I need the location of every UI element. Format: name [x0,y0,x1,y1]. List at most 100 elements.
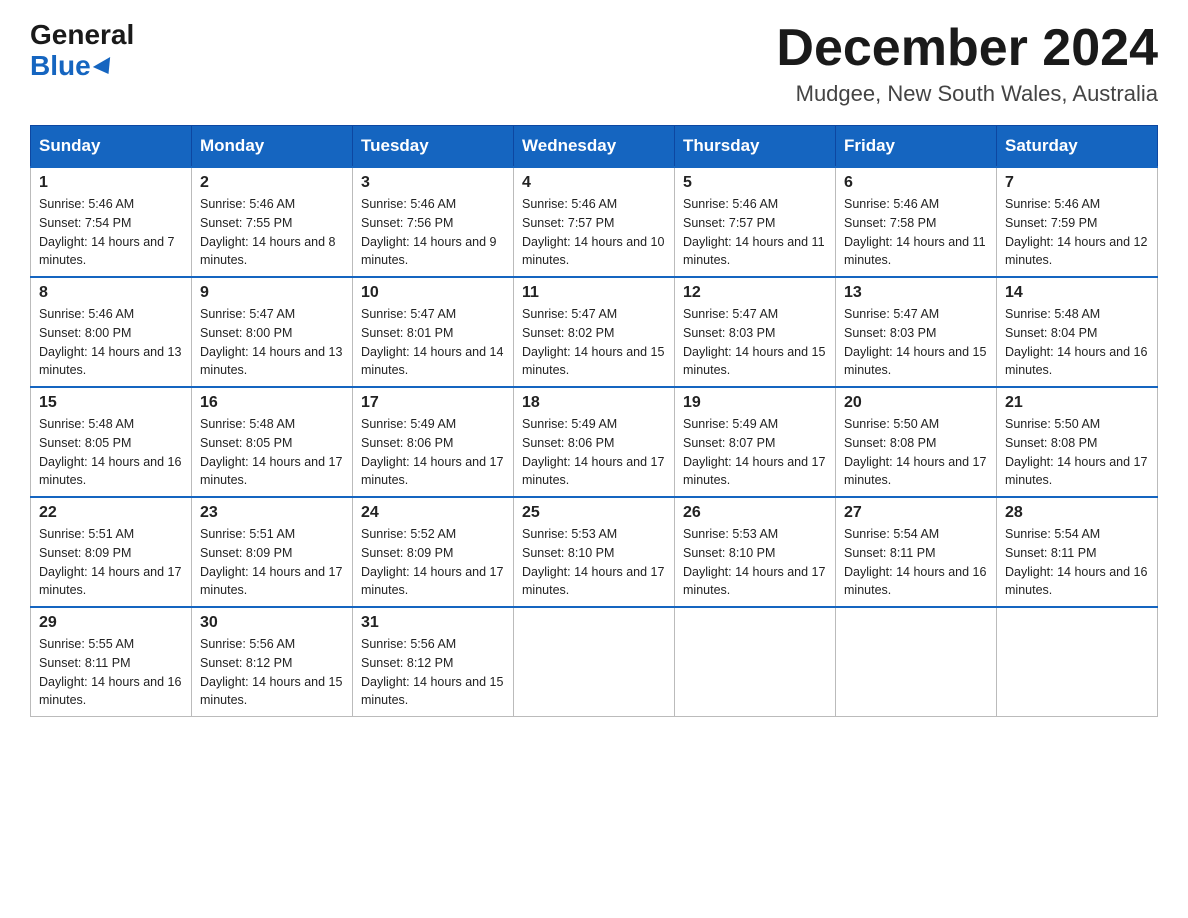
day-info: Sunrise: 5:55 AMSunset: 8:11 PMDaylight:… [39,637,181,707]
day-info: Sunrise: 5:48 AMSunset: 8:04 PMDaylight:… [1005,307,1147,377]
calendar-cell: 9 Sunrise: 5:47 AMSunset: 8:00 PMDayligh… [192,277,353,387]
calendar-cell: 10 Sunrise: 5:47 AMSunset: 8:01 PMDaylig… [353,277,514,387]
calendar-cell: 3 Sunrise: 5:46 AMSunset: 7:56 PMDayligh… [353,167,514,277]
day-info: Sunrise: 5:47 AMSunset: 8:03 PMDaylight:… [844,307,986,377]
header-tuesday: Tuesday [353,126,514,168]
day-info: Sunrise: 5:46 AMSunset: 7:54 PMDaylight:… [39,197,175,267]
location-title: Mudgee, New South Wales, Australia [776,81,1158,107]
calendar-cell: 12 Sunrise: 5:47 AMSunset: 8:03 PMDaylig… [675,277,836,387]
day-number: 28 [1005,504,1149,522]
weekday-header-row: Sunday Monday Tuesday Wednesday Thursday… [31,126,1158,168]
calendar-cell: 27 Sunrise: 5:54 AMSunset: 8:11 PMDaylig… [836,497,997,607]
calendar-cell: 20 Sunrise: 5:50 AMSunset: 8:08 PMDaylig… [836,387,997,497]
calendar-week-row: 15 Sunrise: 5:48 AMSunset: 8:05 PMDaylig… [31,387,1158,497]
day-number: 16 [200,394,344,412]
day-number: 6 [844,174,988,192]
calendar-week-row: 1 Sunrise: 5:46 AMSunset: 7:54 PMDayligh… [31,167,1158,277]
day-info: Sunrise: 5:47 AMSunset: 8:02 PMDaylight:… [522,307,664,377]
title-area: December 2024 Mudgee, New South Wales, A… [776,20,1158,107]
day-info: Sunrise: 5:54 AMSunset: 8:11 PMDaylight:… [844,527,986,597]
day-info: Sunrise: 5:47 AMSunset: 8:00 PMDaylight:… [200,307,342,377]
calendar-cell: 4 Sunrise: 5:46 AMSunset: 7:57 PMDayligh… [514,167,675,277]
day-info: Sunrise: 5:46 AMSunset: 8:00 PMDaylight:… [39,307,181,377]
calendar-cell: 2 Sunrise: 5:46 AMSunset: 7:55 PMDayligh… [192,167,353,277]
day-number: 15 [39,394,183,412]
calendar-week-row: 29 Sunrise: 5:55 AMSunset: 8:11 PMDaylig… [31,607,1158,717]
day-info: Sunrise: 5:51 AMSunset: 8:09 PMDaylight:… [39,527,181,597]
day-info: Sunrise: 5:47 AMSunset: 8:01 PMDaylight:… [361,307,503,377]
day-info: Sunrise: 5:51 AMSunset: 8:09 PMDaylight:… [200,527,342,597]
logo: General Blue [30,20,134,82]
header-saturday: Saturday [997,126,1158,168]
calendar-cell: 16 Sunrise: 5:48 AMSunset: 8:05 PMDaylig… [192,387,353,497]
calendar-cell: 18 Sunrise: 5:49 AMSunset: 8:06 PMDaylig… [514,387,675,497]
day-number: 9 [200,284,344,302]
header-sunday: Sunday [31,126,192,168]
day-number: 20 [844,394,988,412]
header-monday: Monday [192,126,353,168]
day-info: Sunrise: 5:50 AMSunset: 8:08 PMDaylight:… [844,417,986,487]
calendar-cell: 13 Sunrise: 5:47 AMSunset: 8:03 PMDaylig… [836,277,997,387]
day-info: Sunrise: 5:49 AMSunset: 8:07 PMDaylight:… [683,417,825,487]
day-number: 5 [683,174,827,192]
day-info: Sunrise: 5:46 AMSunset: 7:58 PMDaylight:… [844,197,986,267]
day-number: 19 [683,394,827,412]
day-info: Sunrise: 5:52 AMSunset: 8:09 PMDaylight:… [361,527,503,597]
day-number: 17 [361,394,505,412]
day-number: 30 [200,614,344,632]
day-number: 4 [522,174,666,192]
calendar-cell: 5 Sunrise: 5:46 AMSunset: 7:57 PMDayligh… [675,167,836,277]
day-number: 1 [39,174,183,192]
day-number: 2 [200,174,344,192]
day-number: 21 [1005,394,1149,412]
calendar-cell: 19 Sunrise: 5:49 AMSunset: 8:07 PMDaylig… [675,387,836,497]
day-number: 13 [844,284,988,302]
calendar-cell [997,607,1158,717]
day-number: 8 [39,284,183,302]
calendar-cell: 6 Sunrise: 5:46 AMSunset: 7:58 PMDayligh… [836,167,997,277]
logo-arrow-icon [93,57,117,79]
day-info: Sunrise: 5:56 AMSunset: 8:12 PMDaylight:… [200,637,342,707]
day-info: Sunrise: 5:46 AMSunset: 7:57 PMDaylight:… [683,197,825,267]
day-info: Sunrise: 5:54 AMSunset: 8:11 PMDaylight:… [1005,527,1147,597]
day-number: 10 [361,284,505,302]
day-number: 18 [522,394,666,412]
calendar-cell [836,607,997,717]
day-info: Sunrise: 5:49 AMSunset: 8:06 PMDaylight:… [361,417,503,487]
day-number: 29 [39,614,183,632]
day-info: Sunrise: 5:50 AMSunset: 8:08 PMDaylight:… [1005,417,1147,487]
calendar-cell: 17 Sunrise: 5:49 AMSunset: 8:06 PMDaylig… [353,387,514,497]
calendar-cell: 22 Sunrise: 5:51 AMSunset: 8:09 PMDaylig… [31,497,192,607]
day-number: 27 [844,504,988,522]
day-info: Sunrise: 5:46 AMSunset: 7:56 PMDaylight:… [361,197,497,267]
calendar-week-row: 8 Sunrise: 5:46 AMSunset: 8:00 PMDayligh… [31,277,1158,387]
day-info: Sunrise: 5:48 AMSunset: 8:05 PMDaylight:… [200,417,342,487]
day-number: 23 [200,504,344,522]
calendar-cell: 28 Sunrise: 5:54 AMSunset: 8:11 PMDaylig… [997,497,1158,607]
day-number: 26 [683,504,827,522]
day-number: 12 [683,284,827,302]
day-number: 3 [361,174,505,192]
header-wednesday: Wednesday [514,126,675,168]
day-info: Sunrise: 5:53 AMSunset: 8:10 PMDaylight:… [522,527,664,597]
day-number: 31 [361,614,505,632]
header-thursday: Thursday [675,126,836,168]
day-info: Sunrise: 5:46 AMSunset: 7:55 PMDaylight:… [200,197,336,267]
calendar-cell: 24 Sunrise: 5:52 AMSunset: 8:09 PMDaylig… [353,497,514,607]
calendar-cell: 7 Sunrise: 5:46 AMSunset: 7:59 PMDayligh… [997,167,1158,277]
calendar-cell: 25 Sunrise: 5:53 AMSunset: 8:10 PMDaylig… [514,497,675,607]
day-number: 11 [522,284,666,302]
calendar-cell: 8 Sunrise: 5:46 AMSunset: 8:00 PMDayligh… [31,277,192,387]
page-header: General Blue December 2024 Mudgee, New S… [30,20,1158,107]
day-info: Sunrise: 5:48 AMSunset: 8:05 PMDaylight:… [39,417,181,487]
calendar-cell [514,607,675,717]
calendar-table: Sunday Monday Tuesday Wednesday Thursday… [30,125,1158,717]
day-number: 7 [1005,174,1149,192]
day-number: 14 [1005,284,1149,302]
logo-blue-text: Blue [30,51,115,82]
day-info: Sunrise: 5:53 AMSunset: 8:10 PMDaylight:… [683,527,825,597]
day-info: Sunrise: 5:46 AMSunset: 7:57 PMDaylight:… [522,197,664,267]
day-info: Sunrise: 5:56 AMSunset: 8:12 PMDaylight:… [361,637,503,707]
day-number: 22 [39,504,183,522]
month-title: December 2024 [776,20,1158,77]
